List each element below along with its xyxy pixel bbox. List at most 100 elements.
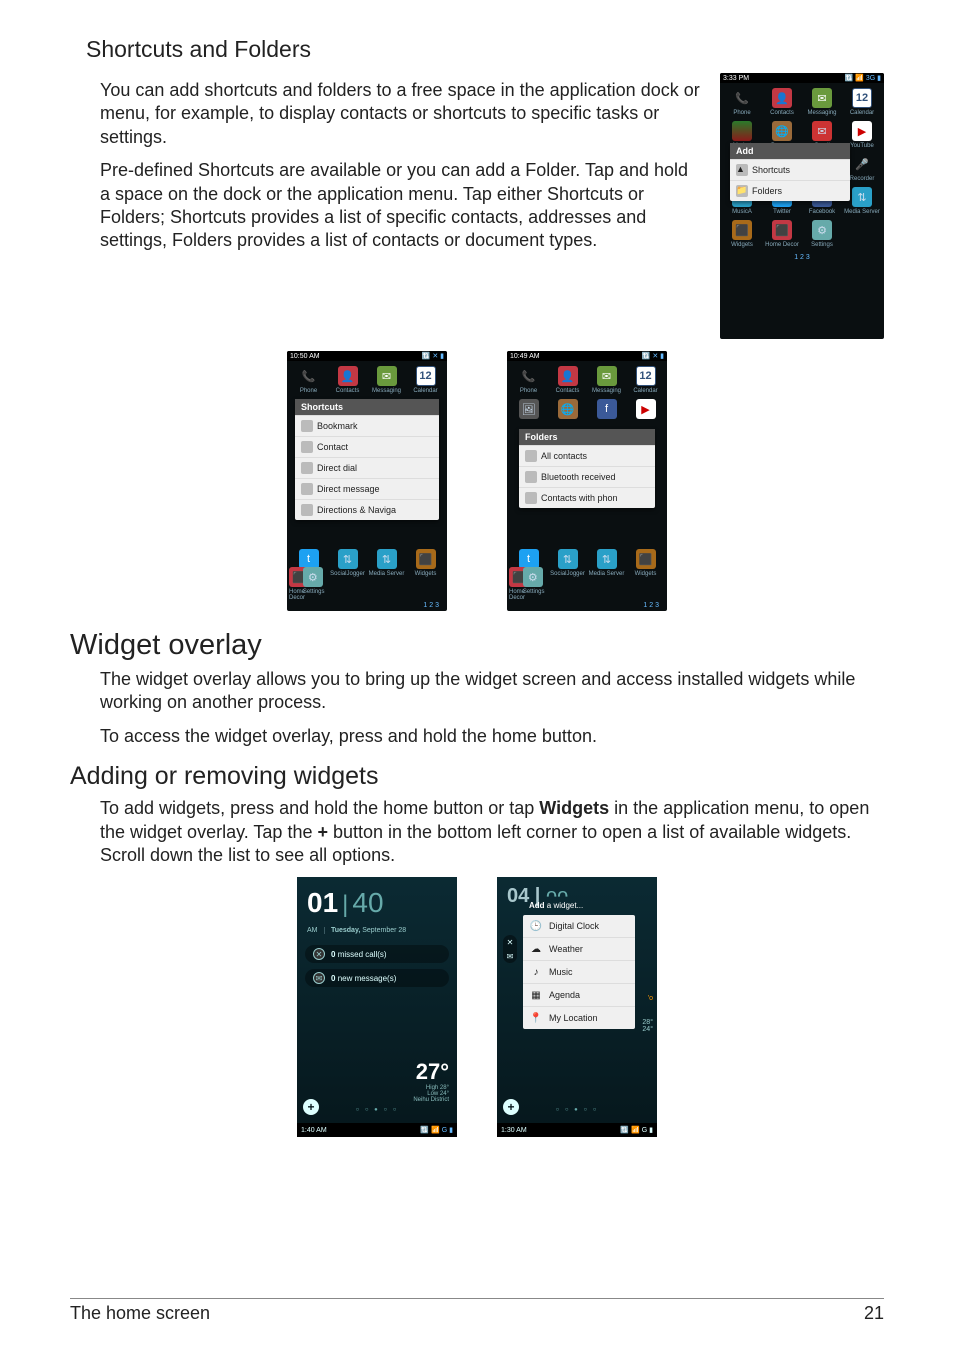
folders-popup: Folders All contacts Bluetooth received … xyxy=(519,429,655,508)
paragraph: Pre-defined Shortcuts are available or y… xyxy=(100,159,700,253)
add-widget-label: Add a widget... xyxy=(529,901,583,910)
clock-date: Tuesday, September 28 xyxy=(329,927,406,934)
status-icons: 🔃 📶 G ▮ xyxy=(420,1126,453,1134)
folder-icon: 📁 xyxy=(736,185,748,197)
app-tile[interactable]: 12Calendar xyxy=(842,85,882,118)
footer-title: The home screen xyxy=(70,1303,210,1324)
heading-shortcuts: Shortcuts and Folders xyxy=(86,36,884,63)
clock-minute: 40 xyxy=(352,887,383,919)
screenshot-home-overlay: 01 | 40 AM Tuesday, September 28 ✕ 0 mis… xyxy=(297,877,457,1137)
popup-item-folders[interactable]: 📁Folders xyxy=(730,180,850,201)
widget-item[interactable]: 📍My Location xyxy=(523,1006,635,1029)
status-time: 1:40 AM xyxy=(301,1127,327,1134)
popup-item[interactable]: Direct dial xyxy=(295,457,439,478)
popup-item[interactable]: Contacts with phon xyxy=(519,487,655,508)
message-icon: ✉ xyxy=(313,972,325,984)
directions-icon xyxy=(301,504,313,516)
widget-item[interactable]: ☁Weather xyxy=(523,937,635,960)
up-icon: ▲ xyxy=(736,164,748,176)
status-icons: 🔃 📶 3G ▮ xyxy=(845,74,881,82)
agenda-icon: ▦ xyxy=(529,988,543,1002)
pager-dots: ○ ○ ● ○ ○ xyxy=(556,1107,599,1113)
screenshot-add-widget: 04 | ᴖᴖ Add a widget... ✕✉ 🕒Digital Cloc… xyxy=(497,877,657,1137)
location-icon: 📍 xyxy=(529,1011,543,1025)
screenshot-add-menu: 3:33 PM 🔃 📶 3G ▮ 📞Phone 👤Contacts ✉Messa… xyxy=(720,73,884,339)
pager-dots: ○ ○ ● ○ ○ xyxy=(356,1107,399,1113)
status-time: 10:49 AM xyxy=(510,353,540,360)
status-time: 10:50 AM xyxy=(290,353,320,360)
app-tile[interactable]: ⇅Media Server xyxy=(367,546,406,579)
status-time: 3:33 PM xyxy=(723,75,749,82)
bg-fragment: 'o xyxy=(648,995,653,1002)
paragraph: The widget overlay allows you to bring u… xyxy=(100,668,884,715)
missed-calls-pill[interactable]: ✕ 0 missed call(s) xyxy=(305,945,449,963)
app-tile[interactable]: ⬛Home Decor xyxy=(289,564,303,603)
music-icon: ♪ xyxy=(529,965,543,979)
app-tile[interactable]: 📞Phone xyxy=(722,85,762,118)
folder-icon xyxy=(525,450,537,462)
app-tile[interactable]: ✉Messaging xyxy=(587,363,626,396)
app-tile[interactable]: ⬛Home Decor xyxy=(509,564,523,603)
app-tile[interactable]: 12Calendar xyxy=(626,363,665,396)
status-icons: 🔃 ✕ ▮ xyxy=(422,352,444,360)
popup-header: Folders xyxy=(519,429,655,445)
app-tile[interactable]: 🖼 xyxy=(509,396,548,423)
widget-item[interactable]: ▦Agenda xyxy=(523,983,635,1006)
app-tile[interactable]: ▶ xyxy=(626,396,665,423)
side-pills: ✕✉ xyxy=(503,935,517,963)
popup-item[interactable]: Directions & Naviga xyxy=(295,499,439,520)
paragraph: To access the widget overlay, press and … xyxy=(100,725,884,748)
app-tile[interactable]: ⇅Media Server xyxy=(587,546,626,579)
popup-item[interactable]: All contacts xyxy=(519,445,655,466)
app-tile[interactable]: ⬛Home Decor xyxy=(762,217,802,250)
add-widget-button[interactable]: + xyxy=(503,1099,519,1115)
app-tile[interactable]: ⚙Settings xyxy=(523,564,537,603)
popup-header: Shortcuts xyxy=(295,399,439,415)
pager-dots: 1 2 3 xyxy=(641,600,661,611)
app-tile[interactable]: ✉Messaging xyxy=(367,363,406,396)
app-tile[interactable]: ⬛Widgets xyxy=(626,546,665,579)
popup-header: Add xyxy=(730,143,850,159)
message-icon xyxy=(301,483,313,495)
popup-item[interactable]: Bookmark xyxy=(295,415,439,436)
status-time: 1:30 AM xyxy=(501,1127,527,1134)
app-tile[interactable]: ⚙Settings xyxy=(303,564,317,603)
app-tile[interactable]: ⚙Settings xyxy=(802,217,842,250)
app-tile[interactable]: 👤Contacts xyxy=(548,363,587,396)
app-tile[interactable]: ⬛Widgets xyxy=(722,217,762,250)
new-messages-pill[interactable]: ✉ 0 new message(s) xyxy=(305,969,449,987)
missed-icon: ✕ xyxy=(313,948,325,960)
heading-adding-widgets: Adding or removing widgets xyxy=(70,762,884,791)
paragraph: To add widgets, press and hold the home … xyxy=(100,797,884,867)
widget-item[interactable]: 🕒Digital Clock xyxy=(523,915,635,937)
app-tile[interactable]: f xyxy=(587,396,626,423)
contacts-icon xyxy=(525,492,537,504)
weather-widget[interactable]: 27° High 28° Low 24° Neihu District xyxy=(413,1059,449,1103)
app-tile[interactable]: ⬛Widgets xyxy=(406,546,445,579)
status-icons: 🔃 ✕ ▮ xyxy=(642,352,664,360)
popup-item[interactable]: Contact xyxy=(295,436,439,457)
app-tile[interactable]: 👤Contacts xyxy=(328,363,367,396)
popup-item[interactable]: Direct message xyxy=(295,478,439,499)
widget-item[interactable]: ♪Music xyxy=(523,960,635,983)
add-popup: Add ▲Shortcuts 📁Folders xyxy=(730,143,850,201)
app-tile[interactable]: 👤Contacts xyxy=(762,85,802,118)
app-tile[interactable]: 📞Phone xyxy=(289,363,328,396)
contact-icon xyxy=(301,441,313,453)
add-widget-button[interactable]: + xyxy=(303,1099,319,1115)
app-tile[interactable]: 📞Phone xyxy=(509,363,548,396)
clock-ampm: AM xyxy=(307,927,325,934)
popup-item-shortcuts[interactable]: ▲Shortcuts xyxy=(730,159,850,180)
heading-widget-overlay: Widget overlay xyxy=(70,629,884,662)
clock-icon: 🕒 xyxy=(529,919,543,933)
dial-icon xyxy=(301,462,313,474)
app-tile[interactable]: 🌐 xyxy=(548,396,587,423)
bg-weather-fragment: 28°24° xyxy=(642,1019,653,1033)
shortcuts-popup: Shortcuts Bookmark Contact Direct dial D… xyxy=(295,399,439,520)
popup-item[interactable]: Bluetooth received xyxy=(519,466,655,487)
app-tile[interactable]: ✉Messaging xyxy=(802,85,842,118)
status-icons: 🔃 📶 G ▮ xyxy=(620,1126,653,1134)
app-tile[interactable]: 12Calendar xyxy=(406,363,445,396)
screenshot-folders: 10:49 AM 🔃 ✕ ▮ 📞Phone 👤Contacts ✉Messagin… xyxy=(507,351,667,611)
footer-page: 21 xyxy=(864,1303,884,1324)
